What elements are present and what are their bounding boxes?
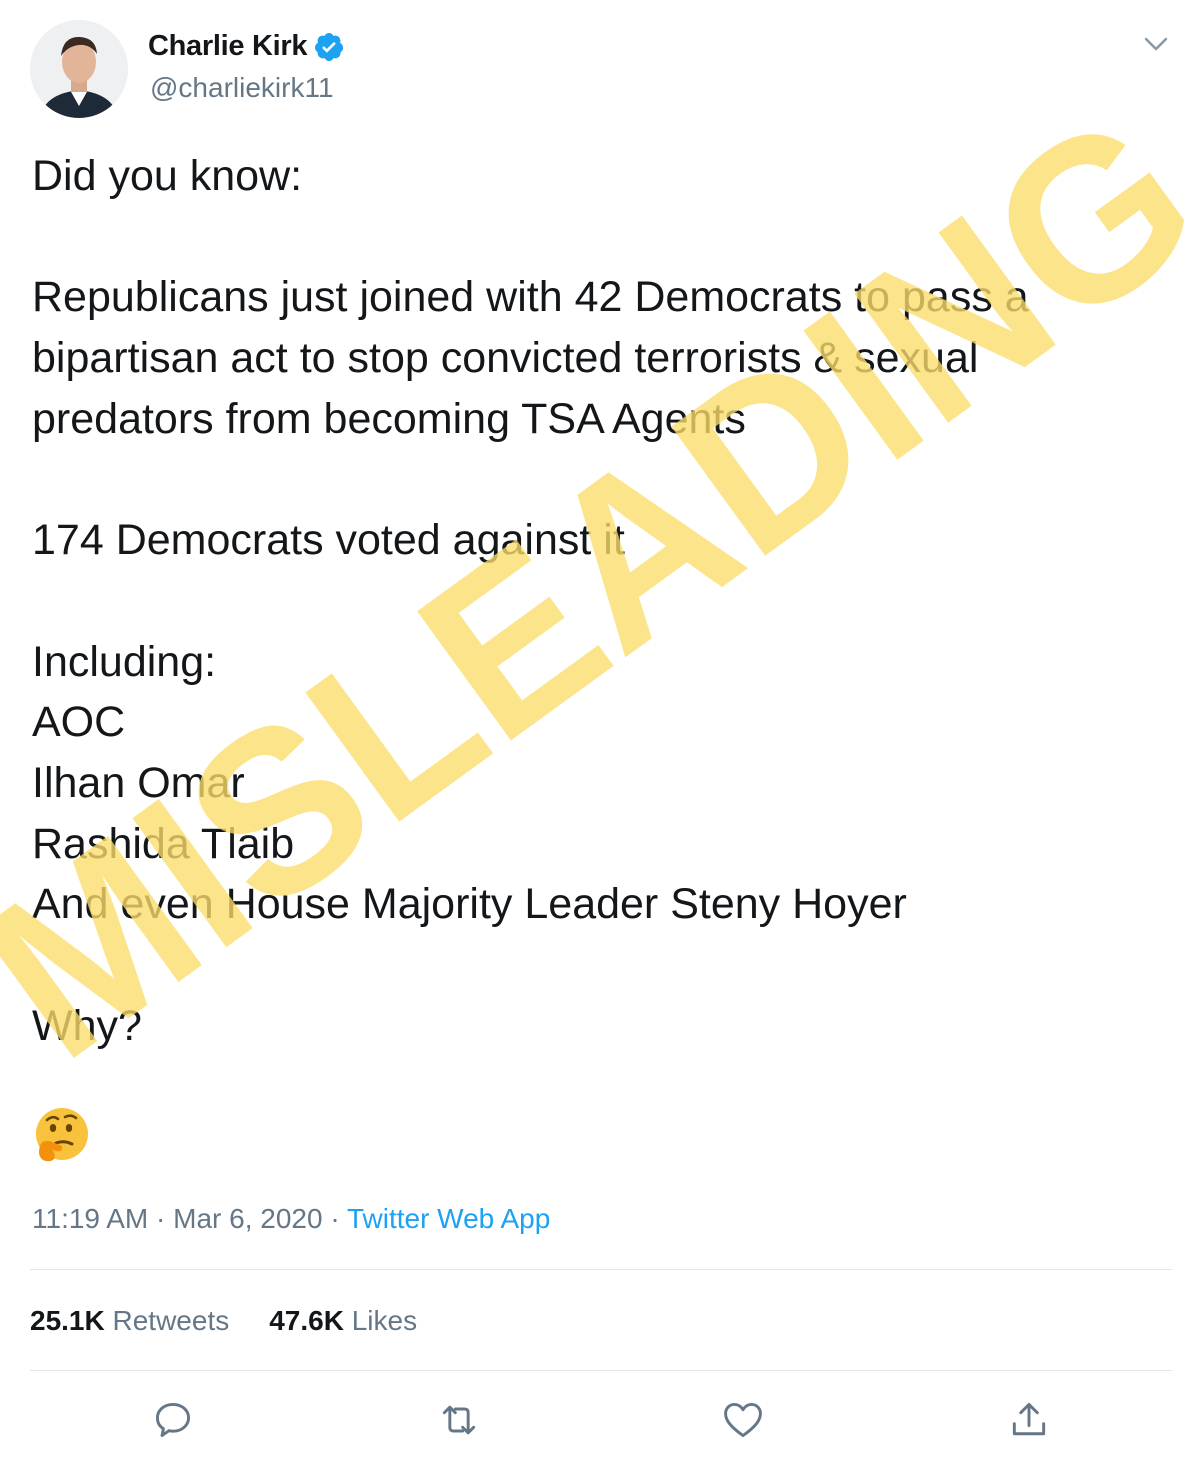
likes-count: 47.6K xyxy=(269,1305,344,1336)
tweet-stats: 25.1K Retweets 47.6K Likes xyxy=(30,1305,457,1337)
author-handle[interactable]: @charliekirk11 xyxy=(150,72,334,104)
likes-label: Likes xyxy=(351,1305,418,1336)
tweet-text: Did you know: Republicans just joined wi… xyxy=(32,152,1029,1050)
thinking-face-icon xyxy=(36,1108,88,1162)
author-name[interactable]: Charlie Kirk xyxy=(148,30,307,63)
verified-badge-icon xyxy=(315,32,344,61)
retweet-icon[interactable] xyxy=(437,1398,481,1442)
tweet-date[interactable]: Mar 6, 2020 xyxy=(173,1203,322,1234)
reply-icon[interactable] xyxy=(151,1398,195,1442)
tweet-meta: 11:19 AM · Mar 6, 2020 · Twitter Web App xyxy=(32,1203,550,1235)
retweets-count: 25.1K xyxy=(30,1305,105,1336)
retweets-label: Retweets xyxy=(112,1305,230,1336)
tweet-time[interactable]: 11:19 AM xyxy=(32,1203,148,1234)
divider xyxy=(30,1269,1172,1270)
likes-stat[interactable]: 47.6K Likes xyxy=(269,1305,417,1337)
tweet-source-link[interactable]: Twitter Web App xyxy=(347,1203,550,1234)
share-icon[interactable] xyxy=(1007,1398,1051,1442)
retweets-stat[interactable]: 25.1K Retweets xyxy=(30,1305,229,1337)
meta-separator: · xyxy=(322,1203,347,1234)
like-icon[interactable] xyxy=(721,1398,765,1442)
chevron-down-icon[interactable] xyxy=(1140,30,1172,58)
meta-separator: · xyxy=(148,1203,174,1234)
avatar[interactable] xyxy=(30,20,128,118)
divider xyxy=(30,1370,1172,1371)
